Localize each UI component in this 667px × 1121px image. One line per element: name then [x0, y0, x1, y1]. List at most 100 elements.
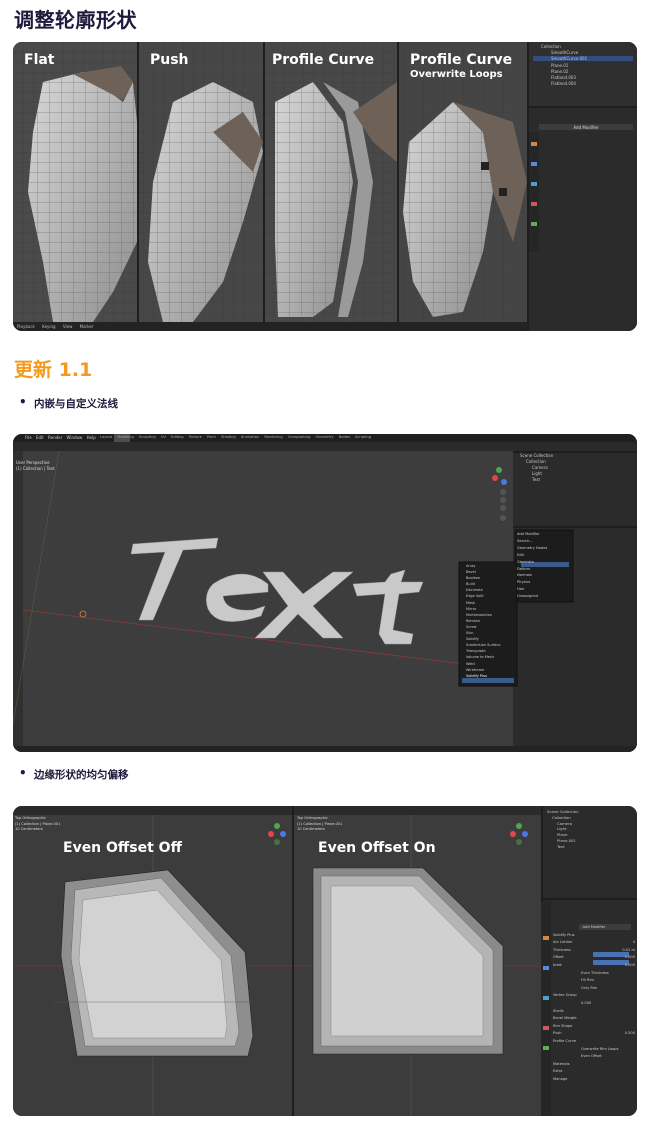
- checkbox-even-thickness[interactable]: Even Thickness: [553, 970, 635, 978]
- menu-category[interactable]: Physics: [517, 579, 573, 586]
- field-label: Push: [553, 1031, 562, 1036]
- tab-scripting[interactable]: Scripting: [355, 435, 371, 439]
- bullet-text: 内嵌与自定义法线: [34, 398, 118, 410]
- outliner-item[interactable]: Scene Collection: [547, 809, 579, 815]
- field-value[interactable]: 0.000: [625, 962, 635, 970]
- outliner-item[interactable]: Flatland.004: [541, 81, 633, 87]
- field-label: Arc Limiter: [553, 940, 573, 945]
- modifier-name[interactable]: Solidify Plus: [553, 932, 635, 940]
- add-modifier-menu: Add Modifier Search... Geometry Nodes Ed…: [517, 531, 573, 600]
- timeline-menu-view[interactable]: View: [63, 324, 73, 329]
- menu-category[interactable]: Unassigned: [517, 593, 573, 600]
- field-row[interactable]: Offset -1.000: [553, 954, 635, 962]
- page-title: 调整轮廓形状: [14, 8, 137, 32]
- panel-push: [139, 42, 263, 322]
- screenshot-profile-shapes: Flat Push Profile Curve Profile Curve Ov…: [13, 42, 637, 331]
- outliner-item[interactable]: Text: [547, 844, 579, 850]
- generate-submenu: Array Bevel Boolean Build Decimate Edge …: [466, 563, 516, 679]
- label-even-offset-off: Even Offset Off: [63, 840, 182, 856]
- menu-header: Add Modifier: [517, 532, 540, 536]
- tab-uv-editing[interactable]: UV Editing: [161, 435, 184, 439]
- menu-file[interactable]: File: [25, 435, 32, 440]
- section-materials[interactable]: Materials: [553, 1061, 635, 1069]
- modifier-panel: Add Modifier Solidify Plus Arc Limiter 4…: [553, 924, 635, 1083]
- menu-category[interactable]: Generate: [517, 559, 573, 566]
- menu-category[interactable]: Hair: [517, 586, 573, 593]
- add-modifier-button[interactable]: Add Modifier: [539, 125, 633, 130]
- field-value[interactable]: 0.500: [625, 1030, 635, 1038]
- outliner: Collection SmoothCurve SmoothCurve.001 P…: [541, 44, 633, 87]
- tab-compositing[interactable]: Compositing: [288, 435, 311, 439]
- tab-layout[interactable]: Layout: [100, 435, 112, 439]
- add-modifier-button[interactable]: Add Modifier: [553, 924, 635, 932]
- modifier-item-selected[interactable]: Solidify Plus: [466, 673, 516, 679]
- tab-rendering[interactable]: Rendering: [264, 435, 282, 439]
- viewport-scale: 10 Centimeters: [297, 827, 325, 831]
- tab-shading[interactable]: Shading: [221, 435, 236, 439]
- profile-curve-field[interactable]: Profile Curve: [553, 1038, 635, 1046]
- field-row[interactable]: Thickness 0.01 m: [553, 947, 635, 955]
- section-bevel-weight[interactable]: Bevel Weight: [553, 1015, 635, 1023]
- checkbox-fill-rim[interactable]: Fill Rim: [553, 977, 635, 985]
- workspace-tabs: Layout Modeling Sculpting UV Editing Tex…: [100, 435, 371, 439]
- update-title: 更新 1.1: [14, 359, 93, 381]
- bullet-item: 边缘形状的均匀偏移: [19, 766, 129, 782]
- timeline-menu-marker[interactable]: Marker: [80, 324, 94, 329]
- menu-window[interactable]: Window: [67, 435, 83, 440]
- vertex-group-field[interactable]: Vertex Group: [553, 992, 635, 1000]
- menu-help[interactable]: Help: [87, 435, 96, 440]
- field-value[interactable]: 4: [633, 939, 635, 947]
- tab-geometry-nodes[interactable]: Geometry Nodes: [316, 435, 350, 439]
- panel-flat: [13, 42, 137, 322]
- panel-label-push: Push: [150, 52, 189, 68]
- viewport-scale: 10 Centimeters: [15, 827, 43, 831]
- screenshot-add-modifier: File Edit Render Window Help Layout Mode…: [13, 434, 637, 752]
- checkbox-even-offset[interactable]: Even Offset: [553, 1053, 635, 1061]
- tab-texture-paint[interactable]: Texture Paint: [189, 435, 216, 439]
- field-label: Inset: [553, 962, 562, 967]
- tab-modeling[interactable]: Modeling: [117, 435, 133, 439]
- menu-edit[interactable]: Edit: [36, 435, 44, 440]
- menu-search[interactable]: Search...: [517, 538, 573, 545]
- panel-sublabel-overwrite-loops: Overwrite Loops: [410, 69, 503, 80]
- factor-field[interactable]: 0.000: [553, 1000, 635, 1008]
- menu-render[interactable]: Render: [48, 435, 62, 440]
- section-extra[interactable]: Extra: [553, 1068, 635, 1076]
- viewport-collection: (1) Collection | Text: [16, 466, 55, 471]
- bullet-item: 内嵌与自定义法线: [19, 395, 118, 411]
- panel-profile-curve-overwrite: [399, 42, 527, 322]
- timeline-menu-playback[interactable]: Playback: [17, 324, 35, 329]
- viewport-info-left: Top Orthographic (1) Collection | Plane.…: [15, 816, 60, 833]
- outliner-item[interactable]: Text: [520, 477, 553, 483]
- outliner-2: Scene Collection Collection Camera Light…: [520, 453, 553, 483]
- menu-bar: File Edit Render Window Help: [25, 435, 96, 440]
- label-even-offset-on: Even Offset On: [318, 840, 436, 856]
- field-row[interactable]: Inset 0.000: [553, 962, 635, 970]
- screenshot-even-offset: Even Offset Off Even Offset On Top Ortho…: [13, 806, 637, 1116]
- panel-profile-curve: [265, 42, 397, 322]
- outliner-3: Scene Collection Collection Camera Light…: [547, 809, 579, 850]
- tab-sculpting[interactable]: Sculpting: [139, 435, 156, 439]
- checkbox-overwrite[interactable]: Overwrite Rim Loops: [553, 1046, 635, 1054]
- viewport-info: User Perspective (1) Collection | Text: [16, 460, 55, 472]
- menu-category[interactable]: Geometry Nodes: [517, 545, 573, 552]
- field-label: Offset: [553, 955, 564, 960]
- checkbox-only-rim[interactable]: Only Rim: [553, 985, 635, 993]
- viewport-info-right: Top Orthographic (1) Collection | Plane.…: [297, 816, 342, 833]
- bullet-text: 边缘形状的均匀偏移: [34, 769, 129, 781]
- menu-category[interactable]: Normals: [517, 572, 573, 579]
- field-row[interactable]: Arc Limiter 4: [553, 939, 635, 947]
- menu-category[interactable]: Deform: [517, 566, 573, 573]
- tab-animation[interactable]: Animation: [241, 435, 259, 439]
- panel-label-flat: Flat: [24, 52, 55, 68]
- menu-category[interactable]: Edit: [517, 552, 573, 559]
- section-manage[interactable]: Manage: [553, 1076, 635, 1084]
- section-shells[interactable]: Shells: [553, 1008, 635, 1016]
- timeline-menu-keying[interactable]: Keying: [42, 324, 55, 329]
- panel-label-profile-curve-2: Profile Curve: [410, 52, 513, 68]
- field-value[interactable]: 0.01 m: [622, 947, 635, 955]
- section-rim-shape[interactable]: Rim Shape: [553, 1023, 635, 1031]
- field-row[interactable]: Push 0.500: [553, 1030, 635, 1038]
- field-value[interactable]: -1.000: [623, 954, 635, 962]
- field-label: Thickness: [553, 947, 571, 952]
